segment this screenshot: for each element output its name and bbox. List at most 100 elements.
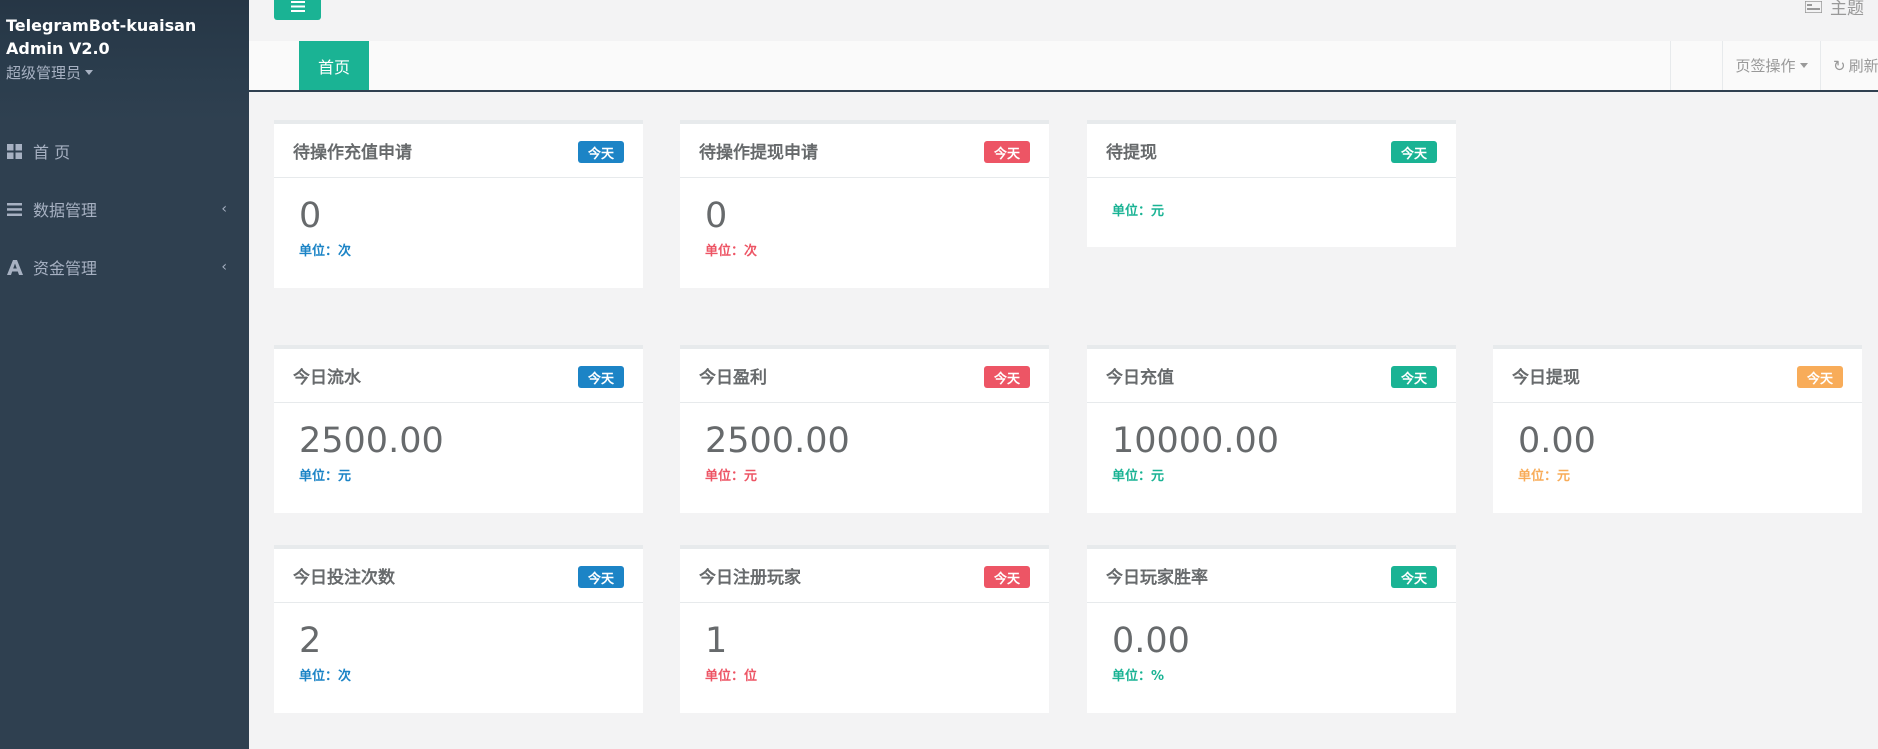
card-body: 2500.00 单位：元 xyxy=(680,403,1049,484)
card-header: 今日注册玩家 今天 xyxy=(680,549,1049,603)
card-header: 今日投注次数 今天 xyxy=(274,549,643,603)
today-badge: 今天 xyxy=(1796,366,1843,388)
card-body: 1 单位：位 xyxy=(680,603,1049,684)
today-badge: 今天 xyxy=(577,141,624,163)
refresh-button[interactable]: ↻ 刷新 xyxy=(1820,41,1878,90)
tab-actions: 页签操作 ↻ 刷新 xyxy=(1670,41,1878,90)
tab-scroll-area xyxy=(1670,41,1722,90)
chevron-left-icon: ‹ xyxy=(221,201,227,217)
stat-unit: 单位：次 xyxy=(299,669,352,684)
stat-card-today-win-rate: 今日玩家胜率 今天 0.00 单位：% xyxy=(1087,545,1456,713)
theme-icon xyxy=(1805,0,1822,13)
sidebar-item-fund-management[interactable]: 资金管理 ‹ xyxy=(0,238,249,296)
tab-operations-dropdown[interactable]: 页签操作 xyxy=(1722,41,1820,90)
card-body: 0.00 单位：% xyxy=(1087,603,1456,684)
card-body: 0 单位：次 xyxy=(274,178,643,259)
stat-unit: 单位：次 xyxy=(299,244,352,259)
stat-card-to-withdraw: 待提现 今天 单位：元 xyxy=(1087,120,1456,247)
stat-value: 2500.00 xyxy=(299,421,444,461)
refresh-icon: ↻ xyxy=(1833,56,1846,75)
stat-unit: 单位：元 xyxy=(705,469,758,484)
card-header: 今日提现 今天 xyxy=(1493,349,1862,403)
stat-card-pending-withdraw: 待操作提现申请 今天 0 单位：次 xyxy=(680,120,1049,288)
theme-label: 主题 xyxy=(1830,0,1864,19)
card-title: 今日充值 xyxy=(1106,368,1174,388)
sidebar-item-label: 资金管理 xyxy=(33,259,98,278)
stat-card-today-recharge: 今日充值 今天 10000.00 单位：元 xyxy=(1087,345,1456,513)
card-header: 待提现 今天 xyxy=(1087,124,1456,178)
toggle-sidebar-button[interactable] xyxy=(274,0,321,20)
tab-operations-label: 页签操作 xyxy=(1735,57,1796,75)
today-badge: 今天 xyxy=(983,566,1030,588)
list-icon xyxy=(6,201,23,218)
stat-value: 0 xyxy=(705,196,728,236)
sidebar: TelegramBot-kuaisan Admin V2.0 超级管理员 首 页… xyxy=(0,0,249,749)
stat-unit: 单位：元 xyxy=(299,469,352,484)
sidebar-item-data-management[interactable]: 数据管理 ‹ xyxy=(0,180,249,238)
card-body: 单位：元 xyxy=(1087,178,1456,219)
stat-unit: 单位：次 xyxy=(705,244,758,259)
stat-unit: 单位：元 xyxy=(1518,469,1571,484)
stat-card-today-withdraw: 今日提现 今天 0.00 单位：元 xyxy=(1493,345,1862,513)
stat-card-pending-recharge: 待操作充值申请 今天 0 单位：次 xyxy=(274,120,643,288)
refresh-label: 刷新 xyxy=(1848,57,1878,75)
app-title-line2: Admin V2.0 xyxy=(6,39,110,58)
stat-unit: 单位：% xyxy=(1112,669,1165,684)
stat-card-today-turnover: 今日流水 今天 2500.00 单位：元 xyxy=(274,345,643,513)
today-badge: 今天 xyxy=(1390,366,1437,388)
font-a-icon xyxy=(6,259,23,276)
page-tabs-bar: 首页 页签操作 ↻ 刷新 xyxy=(249,41,1878,92)
grid-icon xyxy=(6,143,23,160)
sidebar-profile: TelegramBot-kuaisan Admin V2.0 超级管理员 xyxy=(0,0,249,122)
card-title: 今日提现 xyxy=(1512,368,1580,388)
card-body: 2500.00 单位：元 xyxy=(274,403,643,484)
card-title: 今日流水 xyxy=(293,368,361,388)
stat-card-today-profit: 今日盈利 今天 2500.00 单位：元 xyxy=(680,345,1049,513)
today-badge: 今天 xyxy=(577,366,624,388)
card-title: 待操作充值申请 xyxy=(293,143,412,163)
today-badge: 今天 xyxy=(983,366,1030,388)
card-title: 待提现 xyxy=(1106,143,1157,163)
caret-down-icon xyxy=(85,70,94,75)
card-header: 今日玩家胜率 今天 xyxy=(1087,549,1456,603)
sidebar-nav: 首 页 数据管理 ‹ 资金管理 ‹ xyxy=(0,122,249,296)
card-header: 待操作充值申请 今天 xyxy=(274,124,643,178)
stat-unit: 单位：位 xyxy=(705,669,758,684)
card-header: 今日充值 今天 xyxy=(1087,349,1456,403)
stat-unit: 单位：元 xyxy=(1112,469,1165,484)
hamburger-icon xyxy=(290,0,305,12)
chevron-left-icon: ‹ xyxy=(221,259,227,275)
sidebar-item-label: 数据管理 xyxy=(33,201,98,220)
app-title-line1: TelegramBot-kuaisan xyxy=(6,16,197,35)
stat-value: 0.00 xyxy=(1518,421,1596,461)
sidebar-item-home[interactable]: 首 页 xyxy=(0,122,249,180)
card-body: 2 单位：次 xyxy=(274,603,643,684)
stat-value: 2 xyxy=(299,621,322,661)
top-navbar: 主题 xyxy=(249,0,1878,41)
card-header: 今日盈利 今天 xyxy=(680,349,1049,403)
stat-value: 1 xyxy=(705,621,728,661)
stat-card-today-registrations: 今日注册玩家 今天 1 单位：位 xyxy=(680,545,1049,713)
stat-value: 0 xyxy=(299,196,322,236)
card-header: 待操作提现申请 今天 xyxy=(680,124,1049,178)
stat-value: 10000.00 xyxy=(1112,421,1280,461)
stat-unit: 单位：元 xyxy=(1112,204,1165,219)
card-body: 0.00 单位：元 xyxy=(1493,403,1862,484)
theme-button[interactable]: 主题 xyxy=(1805,0,1864,19)
sidebar-item-label: 首 页 xyxy=(33,143,71,162)
today-badge: 今天 xyxy=(983,141,1030,163)
today-badge: 今天 xyxy=(1390,566,1437,588)
card-body: 0 单位：次 xyxy=(680,178,1049,259)
card-body: 10000.00 单位：元 xyxy=(1087,403,1456,484)
stat-value: 0.00 xyxy=(1112,621,1190,661)
caret-down-icon xyxy=(1799,63,1808,68)
tab-home[interactable]: 首页 xyxy=(299,41,369,90)
user-role-dropdown[interactable]: 超级管理员 xyxy=(6,62,243,83)
card-title: 待操作提现申请 xyxy=(699,143,818,163)
stat-card-today-bets: 今日投注次数 今天 2 单位：次 xyxy=(274,545,643,713)
today-badge: 今天 xyxy=(577,566,624,588)
card-title: 今日玩家胜率 xyxy=(1106,568,1208,588)
today-badge: 今天 xyxy=(1390,141,1437,163)
card-title: 今日投注次数 xyxy=(293,568,395,588)
user-role-label: 超级管理员 xyxy=(6,64,82,82)
